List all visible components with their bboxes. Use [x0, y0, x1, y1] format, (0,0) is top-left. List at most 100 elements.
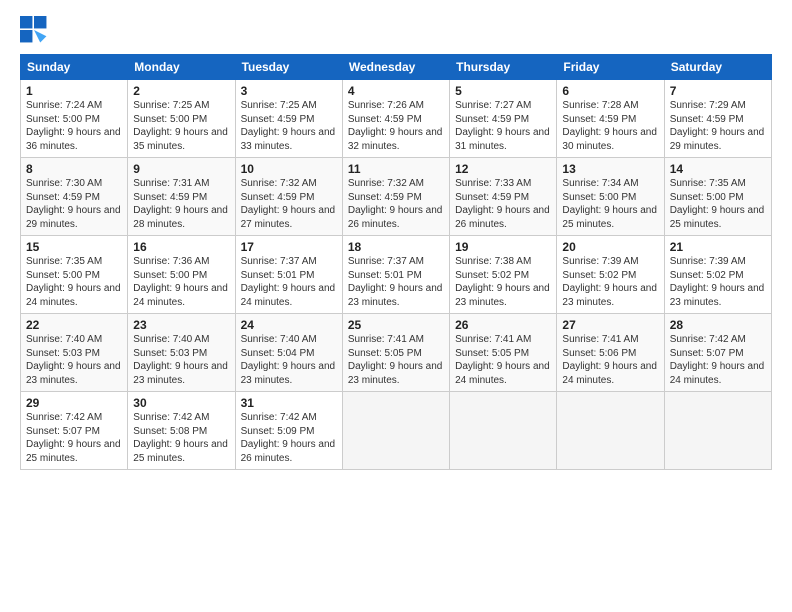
day-number: 1: [26, 84, 122, 98]
day-info: Sunrise: 7:32 AMSunset: 4:59 PMDaylight:…: [241, 178, 336, 230]
calendar-cell: 12 Sunrise: 7:33 AMSunset: 4:59 PMDaylig…: [450, 158, 557, 236]
day-info: Sunrise: 7:27 AMSunset: 4:59 PMDaylight:…: [455, 100, 550, 152]
day-info: Sunrise: 7:39 AMSunset: 5:02 PMDaylight:…: [562, 256, 657, 308]
day-number: 8: [26, 162, 122, 176]
calendar-cell: 11 Sunrise: 7:32 AMSunset: 4:59 PMDaylig…: [342, 158, 449, 236]
day-number: 28: [670, 318, 766, 332]
day-info: Sunrise: 7:41 AMSunset: 5:05 PMDaylight:…: [348, 334, 443, 386]
calendar-cell: 13 Sunrise: 7:34 AMSunset: 5:00 PMDaylig…: [557, 158, 664, 236]
header: [20, 16, 772, 44]
day-number: 5: [455, 84, 551, 98]
calendar-cell: 3 Sunrise: 7:25 AMSunset: 4:59 PMDayligh…: [235, 80, 342, 158]
day-info: Sunrise: 7:30 AMSunset: 4:59 PMDaylight:…: [26, 178, 121, 230]
calendar-header-row: SundayMondayTuesdayWednesdayThursdayFrid…: [21, 55, 772, 80]
day-number: 21: [670, 240, 766, 254]
day-number: 3: [241, 84, 337, 98]
day-info: Sunrise: 7:41 AMSunset: 5:05 PMDaylight:…: [455, 334, 550, 386]
calendar-body: 1 Sunrise: 7:24 AMSunset: 5:00 PMDayligh…: [21, 80, 772, 470]
day-number: 11: [348, 162, 444, 176]
weekday-header: Sunday: [21, 55, 128, 80]
day-info: Sunrise: 7:32 AMSunset: 4:59 PMDaylight:…: [348, 178, 443, 230]
day-info: Sunrise: 7:40 AMSunset: 5:03 PMDaylight:…: [26, 334, 121, 386]
calendar-cell: 14 Sunrise: 7:35 AMSunset: 5:00 PMDaylig…: [664, 158, 771, 236]
day-info: Sunrise: 7:42 AMSunset: 5:08 PMDaylight:…: [133, 412, 228, 464]
calendar-row: 22 Sunrise: 7:40 AMSunset: 5:03 PMDaylig…: [21, 314, 772, 392]
day-number: 13: [562, 162, 658, 176]
calendar-cell: 23 Sunrise: 7:40 AMSunset: 5:03 PMDaylig…: [128, 314, 235, 392]
day-number: 16: [133, 240, 229, 254]
day-number: 12: [455, 162, 551, 176]
weekday-header: Thursday: [450, 55, 557, 80]
day-info: Sunrise: 7:29 AMSunset: 4:59 PMDaylight:…: [670, 100, 765, 152]
calendar-cell: 4 Sunrise: 7:26 AMSunset: 4:59 PMDayligh…: [342, 80, 449, 158]
calendar-cell: 5 Sunrise: 7:27 AMSunset: 4:59 PMDayligh…: [450, 80, 557, 158]
calendar-cell: 6 Sunrise: 7:28 AMSunset: 4:59 PMDayligh…: [557, 80, 664, 158]
day-info: Sunrise: 7:34 AMSunset: 5:00 PMDaylight:…: [562, 178, 657, 230]
calendar-cell: 8 Sunrise: 7:30 AMSunset: 4:59 PMDayligh…: [21, 158, 128, 236]
calendar: SundayMondayTuesdayWednesdayThursdayFrid…: [20, 54, 772, 470]
day-number: 31: [241, 396, 337, 410]
day-info: Sunrise: 7:40 AMSunset: 5:03 PMDaylight:…: [133, 334, 228, 386]
day-number: 17: [241, 240, 337, 254]
day-number: 14: [670, 162, 766, 176]
calendar-cell: 15 Sunrise: 7:35 AMSunset: 5:00 PMDaylig…: [21, 236, 128, 314]
calendar-cell: 9 Sunrise: 7:31 AMSunset: 4:59 PMDayligh…: [128, 158, 235, 236]
day-number: 10: [241, 162, 337, 176]
weekday-header: Wednesday: [342, 55, 449, 80]
weekday-header: Saturday: [664, 55, 771, 80]
day-info: Sunrise: 7:25 AMSunset: 5:00 PMDaylight:…: [133, 100, 228, 152]
calendar-cell: 25 Sunrise: 7:41 AMSunset: 5:05 PMDaylig…: [342, 314, 449, 392]
calendar-cell: 7 Sunrise: 7:29 AMSunset: 4:59 PMDayligh…: [664, 80, 771, 158]
page: SundayMondayTuesdayWednesdayThursdayFrid…: [0, 0, 792, 480]
calendar-cell: 10 Sunrise: 7:32 AMSunset: 4:59 PMDaylig…: [235, 158, 342, 236]
calendar-cell: 26 Sunrise: 7:41 AMSunset: 5:05 PMDaylig…: [450, 314, 557, 392]
calendar-cell: 22 Sunrise: 7:40 AMSunset: 5:03 PMDaylig…: [21, 314, 128, 392]
calendar-cell: [450, 392, 557, 470]
day-number: 15: [26, 240, 122, 254]
day-number: 25: [348, 318, 444, 332]
day-info: Sunrise: 7:38 AMSunset: 5:02 PMDaylight:…: [455, 256, 550, 308]
day-number: 30: [133, 396, 229, 410]
calendar-cell: [342, 392, 449, 470]
day-number: 7: [670, 84, 766, 98]
day-number: 9: [133, 162, 229, 176]
day-number: 23: [133, 318, 229, 332]
calendar-cell: [557, 392, 664, 470]
weekday-header: Tuesday: [235, 55, 342, 80]
calendar-cell: 24 Sunrise: 7:40 AMSunset: 5:04 PMDaylig…: [235, 314, 342, 392]
day-info: Sunrise: 7:40 AMSunset: 5:04 PMDaylight:…: [241, 334, 336, 386]
day-info: Sunrise: 7:35 AMSunset: 5:00 PMDaylight:…: [670, 178, 765, 230]
day-number: 27: [562, 318, 658, 332]
day-info: Sunrise: 7:31 AMSunset: 4:59 PMDaylight:…: [133, 178, 228, 230]
calendar-row: 29 Sunrise: 7:42 AMSunset: 5:07 PMDaylig…: [21, 392, 772, 470]
day-number: 20: [562, 240, 658, 254]
day-info: Sunrise: 7:42 AMSunset: 5:09 PMDaylight:…: [241, 412, 336, 464]
day-number: 18: [348, 240, 444, 254]
day-info: Sunrise: 7:37 AMSunset: 5:01 PMDaylight:…: [241, 256, 336, 308]
day-info: Sunrise: 7:42 AMSunset: 5:07 PMDaylight:…: [670, 334, 765, 386]
day-info: Sunrise: 7:42 AMSunset: 5:07 PMDaylight:…: [26, 412, 121, 464]
day-number: 26: [455, 318, 551, 332]
calendar-cell: 21 Sunrise: 7:39 AMSunset: 5:02 PMDaylig…: [664, 236, 771, 314]
calendar-cell: 2 Sunrise: 7:25 AMSunset: 5:00 PMDayligh…: [128, 80, 235, 158]
weekday-header: Friday: [557, 55, 664, 80]
calendar-cell: [664, 392, 771, 470]
calendar-cell: 18 Sunrise: 7:37 AMSunset: 5:01 PMDaylig…: [342, 236, 449, 314]
weekday-header: Monday: [128, 55, 235, 80]
day-number: 24: [241, 318, 337, 332]
day-info: Sunrise: 7:28 AMSunset: 4:59 PMDaylight:…: [562, 100, 657, 152]
logo-icon: [20, 16, 48, 44]
day-number: 4: [348, 84, 444, 98]
calendar-cell: 27 Sunrise: 7:41 AMSunset: 5:06 PMDaylig…: [557, 314, 664, 392]
calendar-cell: 30 Sunrise: 7:42 AMSunset: 5:08 PMDaylig…: [128, 392, 235, 470]
day-number: 19: [455, 240, 551, 254]
day-number: 22: [26, 318, 122, 332]
day-info: Sunrise: 7:39 AMSunset: 5:02 PMDaylight:…: [670, 256, 765, 308]
calendar-cell: 19 Sunrise: 7:38 AMSunset: 5:02 PMDaylig…: [450, 236, 557, 314]
calendar-cell: 1 Sunrise: 7:24 AMSunset: 5:00 PMDayligh…: [21, 80, 128, 158]
day-info: Sunrise: 7:33 AMSunset: 4:59 PMDaylight:…: [455, 178, 550, 230]
day-number: 29: [26, 396, 122, 410]
day-number: 2: [133, 84, 229, 98]
day-info: Sunrise: 7:35 AMSunset: 5:00 PMDaylight:…: [26, 256, 121, 308]
calendar-row: 8 Sunrise: 7:30 AMSunset: 4:59 PMDayligh…: [21, 158, 772, 236]
